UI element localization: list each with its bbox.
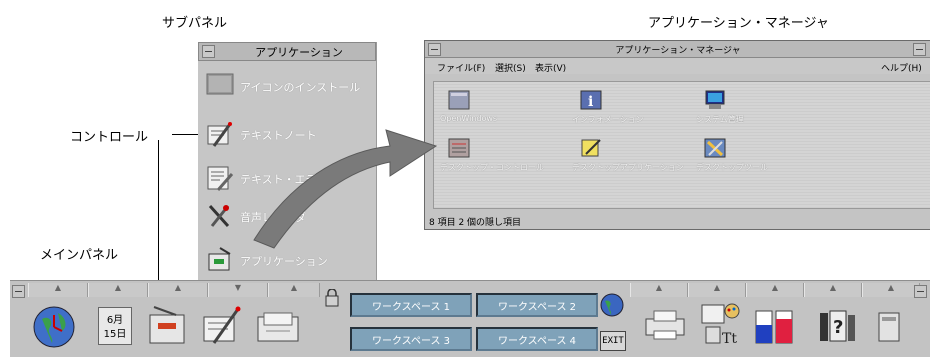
subpanel-title: アプリケーション: [255, 46, 343, 59]
app-manager-title-bar[interactable]: アプリケーション・マネージャ: [425, 41, 930, 58]
app-group-information[interactable]: i インフォメーション: [572, 90, 702, 126]
file-manager-icon[interactable]: [146, 303, 190, 351]
subpanel-item-label: アプリケーション: [240, 255, 328, 268]
app-manager-callout: アプリケーション・マネージャ: [648, 16, 829, 31]
workspace-3-button[interactable]: ワークスペース 3: [350, 327, 472, 351]
subpanel-title-bar: アプリケーション: [198, 42, 376, 61]
subpanel-tab-1[interactable]: ▲: [28, 283, 88, 297]
status-bar: 8 項目 2 個の隠し項目: [425, 212, 930, 228]
help-manager-icon[interactable]: ?: [818, 309, 858, 347]
subpanel-tab-7[interactable]: ▲: [688, 283, 746, 297]
audio-icon: [206, 202, 234, 230]
menu-view[interactable]: 表示(V): [535, 61, 566, 74]
app-group-label: システム管理: [696, 115, 744, 124]
subpanel-tab-10[interactable]: ▲: [862, 283, 920, 297]
app-manager-content: OpenWindows i インフォメーション システム管理 デスクトップ・コン…: [433, 81, 930, 209]
tab-arrow-up-icon: ▲: [829, 283, 837, 292]
trash-icon[interactable]: [876, 309, 902, 347]
subpanel-tab-4-open[interactable]: ▼: [208, 283, 268, 297]
tab-arrow-up-icon: ▲: [54, 283, 62, 292]
calendar-month: 6月: [106, 315, 124, 326]
main-panel-callout: メインパネル: [40, 248, 119, 263]
menu-select[interactable]: 選択(S): [495, 61, 526, 74]
app-group-desktop-apps[interactable]: デスクトップアプリケーション: [572, 138, 702, 174]
subpanel-tab-3[interactable]: ▲: [148, 283, 208, 297]
main-panel: ▲ ▲ ▲ ▼ ▲ ▲ ▲ ▲ ▲ ▲ 6月 15日 ワークスペース 1 ワーク…: [10, 280, 930, 357]
arrow-graphic: [253, 129, 438, 249]
drop-zone-icon: [206, 72, 234, 100]
text-editor-icon: [206, 164, 234, 192]
tab-arrow-up-icon: ▲: [887, 283, 895, 292]
workspace-1-button[interactable]: ワークスペース 1: [350, 293, 472, 317]
tab-arrow-up-icon: ▲: [713, 283, 721, 292]
menu-file[interactable]: ファイル(F): [437, 61, 485, 74]
performance-meter-icon: [754, 309, 794, 349]
app-manager-window: アプリケーション・マネージャ ファイル(F) 選択(S) 表示(V) ヘルプ(H…: [424, 40, 930, 230]
app-group-label: インフォメーション: [572, 115, 644, 124]
subpanel-tab-9[interactable]: ▲: [804, 283, 862, 297]
clock-globe-icon[interactable]: [32, 305, 76, 353]
app-group-label: デスクトップツール: [696, 163, 768, 172]
tab-arrow-up-icon: ▲: [114, 283, 122, 292]
main-panel-menu-button[interactable]: [12, 285, 25, 298]
system-admin-icon: [704, 90, 726, 110]
app-group-label: デスクトップアプリケーション: [572, 163, 684, 172]
workspace-label: ワークスペース 2: [497, 302, 577, 313]
app-group-system-admin[interactable]: システム管理: [696, 90, 826, 126]
main-panel-minimize-button[interactable]: [914, 285, 927, 298]
svg-text:i: i: [588, 94, 593, 110]
printer-icon[interactable]: [644, 309, 688, 345]
tab-arrow-up-icon: ▲: [290, 283, 298, 292]
calendar-day: 15日: [103, 329, 127, 340]
minimize-button[interactable]: [913, 43, 926, 56]
lock-icon[interactable]: [324, 288, 340, 311]
desktop-tools-icon: [704, 138, 726, 158]
menu-bar: ファイル(F) 選択(S) 表示(V) ヘルプ(H): [425, 58, 930, 74]
control-callout: コントロール: [70, 130, 149, 145]
app-group-desktop-tools[interactable]: デスクトップツール: [696, 138, 826, 174]
exit-button[interactable]: EXIT: [600, 331, 626, 351]
tab-arrow-up-icon: ▲: [655, 283, 663, 292]
subpanel-tab-5[interactable]: ▲: [268, 283, 320, 297]
workspace-label: ワークスペース 3: [371, 336, 451, 347]
workspace-label: ワークスペース 1: [371, 302, 451, 313]
subpanel-tab-6[interactable]: ▲: [630, 283, 688, 297]
svg-text:Tt: Tt: [722, 331, 737, 347]
app-manager-icon: [206, 246, 234, 274]
calendar-button[interactable]: 6月 15日: [98, 307, 132, 345]
openwindows-icon: [448, 90, 470, 110]
subpanel-callout: サブパネル: [162, 16, 228, 31]
activity-globe-icon: [600, 293, 624, 321]
mailer-icon[interactable]: [256, 309, 302, 349]
tab-arrow-down-icon: ▼: [234, 283, 242, 292]
subpanel-item-install-icon[interactable]: アイコンのインストール: [206, 72, 371, 100]
workspace-label: ワークスペース 4: [497, 336, 577, 347]
workspace-2-button[interactable]: ワークスペース 2: [476, 293, 598, 317]
menu-help[interactable]: ヘルプ(H): [881, 61, 922, 74]
window-title: アプリケーション・マネージャ: [615, 46, 741, 56]
style-manager-icon[interactable]: Tt: [698, 301, 744, 351]
control-callout-vline: [158, 140, 159, 300]
information-icon: i: [580, 90, 602, 110]
text-note-icon: [206, 120, 234, 148]
tab-arrow-up-icon: ▲: [771, 283, 779, 292]
tab-arrow-up-icon: ▲: [174, 283, 182, 292]
subpanel-minimize-button[interactable]: [202, 45, 215, 58]
svg-text:?: ?: [833, 317, 843, 338]
text-editor-icon[interactable]: [200, 303, 246, 351]
desktop-apps-icon: [580, 138, 602, 158]
subpanel-tab-2[interactable]: ▲: [88, 283, 148, 297]
subpanel-tab-8[interactable]: ▲: [746, 283, 804, 297]
workspace-4-button[interactable]: ワークスペース 4: [476, 327, 598, 351]
subpanel-item-label: アイコンのインストール: [240, 81, 361, 94]
